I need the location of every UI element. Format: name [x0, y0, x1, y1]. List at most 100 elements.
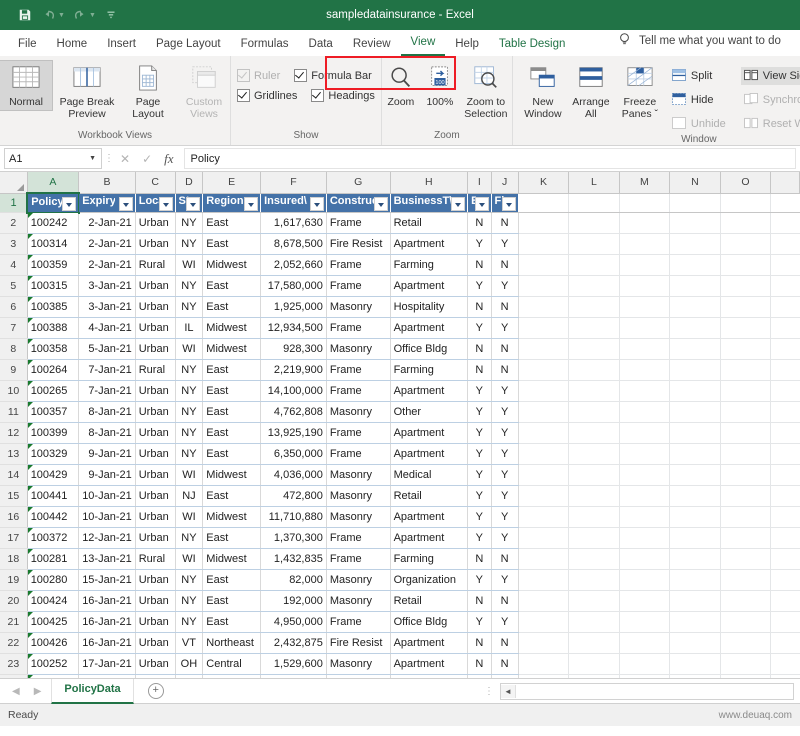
empty-cell[interactable] — [720, 234, 771, 255]
empty-cell[interactable] — [518, 276, 568, 297]
tab-table-design[interactable]: Table Design — [489, 32, 575, 56]
empty-cell[interactable] — [670, 612, 721, 633]
table-row[interactable]: 1610044210-Jan-21UrbanWIMidwest11,710,88… — [0, 507, 800, 528]
empty-cell[interactable] — [518, 213, 568, 234]
filter-button-flood[interactable] — [502, 197, 516, 211]
empty-cell[interactable] — [771, 339, 800, 360]
cell[interactable]: Frame — [326, 255, 390, 276]
empty-cell[interactable] — [569, 402, 619, 423]
empty-cell[interactable] — [720, 339, 771, 360]
cell[interactable]: 10-Jan-21 — [79, 507, 136, 528]
filter-button-policy[interactable] — [62, 197, 76, 211]
cell[interactable]: 17-Jan-21 — [79, 654, 136, 675]
cell[interactable]: Urban — [135, 570, 175, 591]
empty-cell[interactable] — [771, 570, 800, 591]
empty-cell[interactable] — [569, 381, 619, 402]
empty-cell[interactable] — [720, 528, 771, 549]
column-header-D[interactable]: D — [175, 172, 203, 193]
cell[interactable]: Midwest — [203, 255, 261, 276]
row-header-9[interactable]: 9 — [0, 360, 27, 381]
empty-cell[interactable] — [518, 381, 568, 402]
cell[interactable]: N — [491, 339, 518, 360]
hide-window-button[interactable]: Hide — [669, 91, 729, 109]
empty-cell[interactable] — [619, 318, 670, 339]
empty-cell[interactable] — [720, 570, 771, 591]
empty-cell[interactable] — [619, 591, 670, 612]
row-header-4[interactable]: 4 — [0, 255, 27, 276]
cell[interactable]: Masonry — [326, 339, 390, 360]
cell[interactable]: NY — [175, 276, 203, 297]
row-header-13[interactable]: 13 — [0, 444, 27, 465]
empty-cell[interactable] — [670, 339, 721, 360]
cell[interactable]: 5-Jan-21 — [79, 339, 136, 360]
empty-cell[interactable] — [569, 423, 619, 444]
cell[interactable]: 2-Jan-21 — [79, 255, 136, 276]
empty-cell[interactable] — [619, 528, 670, 549]
spreadsheet-grid[interactable]: A B C D E F G H I J K L M N O 1 — [0, 172, 800, 678]
cell[interactable]: Midwest — [203, 318, 261, 339]
empty-cell[interactable] — [619, 486, 670, 507]
empty-cell[interactable] — [518, 423, 568, 444]
cell[interactable]: NY — [175, 570, 203, 591]
empty-cell[interactable] — [518, 486, 568, 507]
cell[interactable]: Masonry — [326, 465, 390, 486]
cell[interactable]: East — [203, 381, 261, 402]
cell[interactable]: Urban — [135, 423, 175, 444]
empty-cell[interactable] — [518, 549, 568, 570]
cell[interactable]: Fire Resist — [326, 234, 390, 255]
empty-cell[interactable] — [720, 507, 771, 528]
empty-cell[interactable] — [720, 318, 771, 339]
empty-cell[interactable] — [670, 381, 721, 402]
cell[interactable]: NY — [175, 591, 203, 612]
empty-cell[interactable] — [569, 213, 619, 234]
empty-cell[interactable] — [569, 234, 619, 255]
gridlines-checkbox[interactable]: Gridlines — [237, 89, 297, 102]
column-header-F[interactable]: F — [261, 172, 327, 193]
table-row[interactable]: 61003853-Jan-21UrbanNYEast1,925,000Mason… — [0, 297, 800, 318]
cell[interactable]: 12,934,500 — [261, 318, 327, 339]
cell[interactable]: NY — [175, 423, 203, 444]
cell[interactable]: 100265 — [27, 381, 79, 402]
empty-cell[interactable] — [619, 633, 670, 654]
empty-cell[interactable] — [569, 339, 619, 360]
cell[interactable]: East — [203, 297, 261, 318]
empty-cell[interactable] — [670, 591, 721, 612]
cell[interactable]: Urban — [135, 465, 175, 486]
cell[interactable]: NY — [175, 402, 203, 423]
cell[interactable]: 16-Jan-21 — [79, 591, 136, 612]
column-header-L[interactable]: L — [569, 172, 619, 193]
table-row[interactable]: 2110042516-Jan-21UrbanNYEast4,950,000Fra… — [0, 612, 800, 633]
table-row[interactable]: 1510044110-Jan-21UrbanNJEast472,800Mason… — [0, 486, 800, 507]
empty-cell[interactable] — [619, 381, 670, 402]
cell[interactable]: East — [203, 528, 261, 549]
custom-views-button[interactable]: Custom Views — [177, 60, 231, 122]
cell[interactable]: Frame — [326, 276, 390, 297]
empty-cell[interactable] — [720, 654, 771, 675]
empty-cell[interactable] — [518, 444, 568, 465]
empty-cell[interactable] — [771, 360, 800, 381]
empty-cell[interactable] — [518, 339, 568, 360]
empty-cell[interactable] — [569, 591, 619, 612]
cell[interactable]: Urban — [135, 276, 175, 297]
cell[interactable]: NY — [175, 381, 203, 402]
empty-cell[interactable] — [720, 633, 771, 654]
empty-cell[interactable] — [720, 402, 771, 423]
cell[interactable]: Midwest — [203, 339, 261, 360]
cell[interactable]: Y — [468, 465, 491, 486]
empty-cell[interactable] — [771, 234, 800, 255]
cell[interactable]: Farming — [390, 360, 467, 381]
empty-cell[interactable] — [720, 612, 771, 633]
horizontal-scrollbar[interactable]: ◄ — [500, 683, 794, 700]
cell[interactable]: Masonry — [326, 570, 390, 591]
cell[interactable]: Y — [468, 570, 491, 591]
cell[interactable]: Y — [468, 381, 491, 402]
column-header-G[interactable]: G — [326, 172, 390, 193]
unhide-window-button[interactable]: Unhide — [669, 115, 729, 133]
cancel-icon[interactable]: ✕ — [120, 152, 130, 166]
cell[interactable]: Urban — [135, 486, 175, 507]
cell[interactable]: 472,800 — [261, 486, 327, 507]
cell[interactable]: East — [203, 444, 261, 465]
empty-cell[interactable] — [518, 297, 568, 318]
cell[interactable]: N — [491, 255, 518, 276]
empty-cell[interactable] — [670, 213, 721, 234]
